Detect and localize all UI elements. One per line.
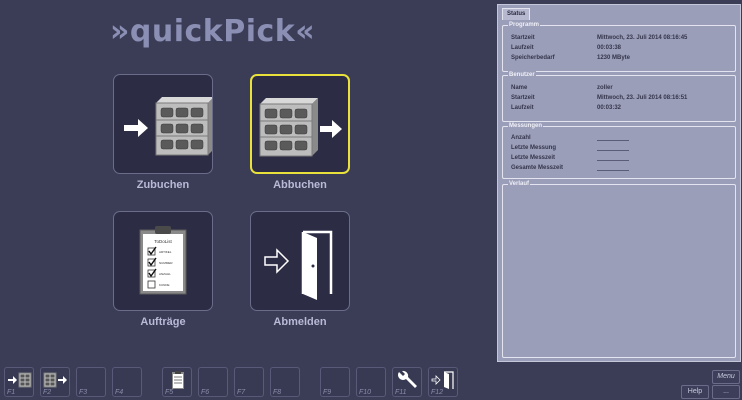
messungen-row: Letzte Messung xyxy=(511,144,731,153)
zubuchen-icon xyxy=(124,97,214,156)
programm-value: 00:03:38 xyxy=(597,45,622,51)
messungen-row: Anzahl xyxy=(511,134,731,143)
benutzer-value: 00:03:32 xyxy=(597,105,622,111)
menu-button[interactable]: Menu xyxy=(712,370,740,384)
programm-row: Speicherbedarf 1230 MByte xyxy=(511,54,731,63)
clipboard-icon: ToDoList ARTIKEL NUMMER ANZAHL KUNDE xyxy=(139,226,187,295)
auftraege-label: Aufträge xyxy=(140,316,186,328)
more-button[interactable]: ... xyxy=(712,385,740,399)
programm-value: Mittwoch, 23. Juli 2014 08:16:45 xyxy=(597,35,688,41)
logout-small-icon xyxy=(431,371,454,389)
verlauf-group: Verlauf xyxy=(502,180,736,358)
benutzer-group: Benutzer Name zoller Startzeit Mittwoch, 2… xyxy=(502,71,736,122)
f3-button[interactable]: F3 xyxy=(76,367,106,397)
abbuchen-small-icon xyxy=(43,372,67,388)
benutzer-row: Laufzeit 00:03:32 xyxy=(511,104,731,113)
f11-settings-button[interactable]: F11 xyxy=(392,367,422,397)
fkey-label: F1 xyxy=(7,389,16,396)
messungen-row: Gesamte Messzeit xyxy=(511,164,731,173)
benutzer-value: Mittwoch, 23. Juli 2014 08:16:51 xyxy=(597,95,688,101)
programm-value: 1230 MByte xyxy=(597,55,631,61)
todo-heading: ToDoList xyxy=(154,239,172,244)
messungen-key: Letzte Messzeit xyxy=(511,155,556,161)
verlauf-title: Verlauf xyxy=(508,180,531,188)
zubuchen-tile[interactable] xyxy=(113,74,214,174)
f12-abmelden-button[interactable]: F12 xyxy=(428,367,458,397)
programm-key: Speicherbedarf xyxy=(511,55,555,61)
fkey-label: F5 xyxy=(165,389,174,396)
benutzer-key: Laufzeit xyxy=(511,105,534,111)
abmelden-tile[interactable] xyxy=(250,211,350,311)
fkey-label: F7 xyxy=(237,389,246,396)
clipboard-small-icon xyxy=(172,371,184,389)
f9-button[interactable]: F9 xyxy=(320,367,350,397)
empty-value-line xyxy=(597,160,629,161)
fkey-label: F8 xyxy=(273,389,282,396)
programm-title: Programm xyxy=(508,21,541,29)
empty-value-line xyxy=(597,140,629,141)
fkey-label: F9 xyxy=(323,389,332,396)
fkey-label: F10 xyxy=(359,389,372,396)
benutzer-row: Name zoller xyxy=(511,84,731,93)
messungen-key: Letzte Messung xyxy=(511,145,557,151)
programm-key: Startzeit xyxy=(511,35,535,41)
todo-item-nummer: NUMMER xyxy=(159,261,173,265)
todo-item-artikel: ARTIKEL xyxy=(159,250,172,254)
messungen-title: Messungen xyxy=(508,122,544,130)
f6-button[interactable]: F6 xyxy=(198,367,228,397)
fkey-label: F12 xyxy=(431,389,444,396)
status-panel: Status Programm Startzeit Mittwoch, 23. J… xyxy=(497,4,741,362)
fkey-label: F11 xyxy=(395,389,407,396)
zubuchen-small-icon xyxy=(8,372,32,388)
programm-group: Programm Startzeit Mittwoch, 23. Juli 201… xyxy=(502,21,736,72)
auftraege-tile[interactable]: ToDoList ARTIKEL NUMMER ANZAHL KUNDE xyxy=(113,211,213,311)
programm-row: Laufzeit 00:03:38 xyxy=(511,44,731,53)
fkey-label: F2 xyxy=(43,389,52,396)
app-title: »quickPick« xyxy=(110,14,316,49)
empty-value-line xyxy=(597,170,629,171)
f2-abbuchen-button[interactable]: F2 xyxy=(40,367,70,397)
programm-row: Startzeit Mittwoch, 23. Juli 2014 08:16:4… xyxy=(511,34,731,43)
abbuchen-icon xyxy=(259,98,342,157)
todo-item-anzahl: ANZAHL xyxy=(159,272,171,276)
fkey-label: F3 xyxy=(79,389,88,396)
todo-item-kunde: KUNDE xyxy=(159,283,170,287)
f1-zubuchen-button[interactable]: F1 xyxy=(4,367,34,397)
benutzer-value: zoller xyxy=(597,85,613,91)
f4-button[interactable]: F4 xyxy=(112,367,142,397)
zubuchen-label: Zubuchen xyxy=(136,179,190,191)
wrench-icon xyxy=(398,370,417,388)
benutzer-key: Name xyxy=(511,85,528,91)
programm-key: Laufzeit xyxy=(511,45,534,51)
fkey-label: F6 xyxy=(201,389,210,396)
abbuchen-label: Abbuchen xyxy=(273,179,327,191)
empty-value-line xyxy=(597,150,629,151)
fkey-label: F4 xyxy=(115,389,124,396)
abbuchen-tile[interactable] xyxy=(250,74,350,174)
help-button[interactable]: Help xyxy=(681,385,709,399)
benutzer-row: Startzeit Mittwoch, 23. Juli 2014 08:16:5… xyxy=(511,94,731,103)
benutzer-key: Startzeit xyxy=(511,95,535,101)
messungen-group: Messungen Anzahl Letzte Messung Letzte M… xyxy=(502,122,736,179)
benutzer-title: Benutzer xyxy=(508,71,536,79)
abmelden-label: Abmelden xyxy=(273,316,327,328)
f5-auftraege-button[interactable]: F5 xyxy=(162,367,192,397)
status-tab[interactable]: Status xyxy=(502,8,531,20)
f10-button[interactable]: F10 xyxy=(356,367,386,397)
f8-button[interactable]: F8 xyxy=(270,367,300,397)
messungen-key: Gesamte Messzeit xyxy=(511,165,564,171)
messungen-row: Letzte Messzeit xyxy=(511,154,731,163)
f7-button[interactable]: F7 xyxy=(234,367,264,397)
messungen-key: Anzahl xyxy=(511,135,531,141)
logout-door-icon xyxy=(264,230,333,300)
